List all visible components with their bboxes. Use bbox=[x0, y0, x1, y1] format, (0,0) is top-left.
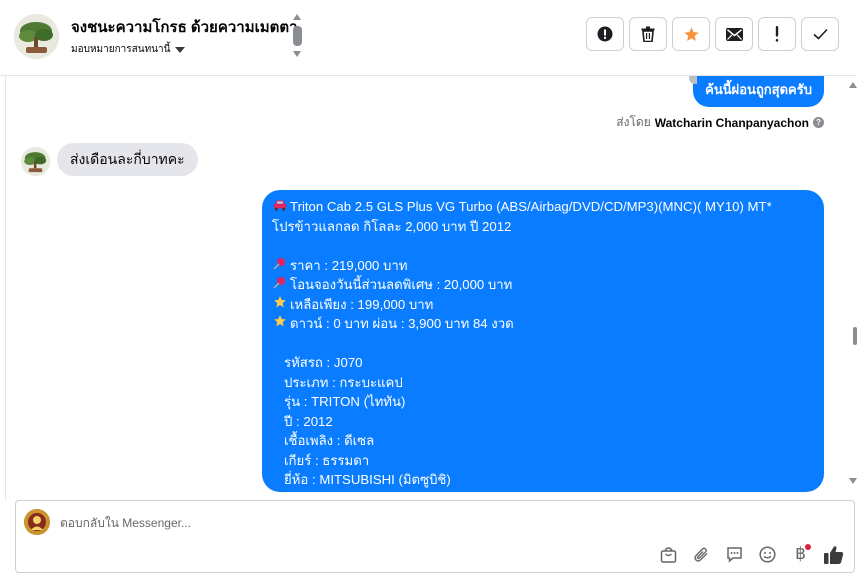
listing-price-line: ราคา : 219,000 บาท bbox=[272, 256, 814, 276]
mark-done-button[interactable] bbox=[801, 17, 839, 51]
listing-code: รหัสรถ : J070 bbox=[284, 355, 363, 370]
scroll-thumb[interactable] bbox=[293, 26, 302, 46]
like-button[interactable] bbox=[823, 544, 844, 565]
scroll-up-arrow-icon[interactable] bbox=[849, 82, 857, 88]
exclamation-icon bbox=[775, 26, 779, 42]
star-icon bbox=[683, 26, 699, 41]
star-emoji-icon bbox=[272, 314, 287, 334]
listing-remaining: เหลือเพียง : 199,000 บาท bbox=[290, 296, 434, 312]
page-avatar bbox=[24, 509, 50, 535]
header-actions bbox=[586, 17, 839, 51]
incoming-message[interactable]: ส่งเดือนละกี่บาทคะ bbox=[57, 143, 198, 176]
report-button[interactable] bbox=[586, 17, 624, 51]
sender-name: Watcharin Chanpanyachon bbox=[654, 115, 809, 130]
payment-button[interactable]: ฿ bbox=[790, 544, 811, 565]
listing-model: รุ่น : TRITON (ไททัน) bbox=[284, 394, 406, 409]
chevron-down-icon bbox=[175, 46, 186, 53]
listing-remaining-line: เหลือเพียง : 199,000 บาท bbox=[272, 295, 814, 315]
bag-icon bbox=[660, 547, 677, 563]
assign-conversation-dropdown[interactable]: มอบหมายการสนทนานี้ bbox=[71, 42, 186, 57]
listing-year: ปี : 2012 bbox=[284, 413, 333, 429]
bag-button[interactable] bbox=[658, 544, 679, 565]
star-emoji-icon bbox=[272, 295, 287, 315]
attach-button[interactable] bbox=[691, 544, 712, 565]
thread-scrollbar[interactable] bbox=[848, 76, 857, 500]
car-icon bbox=[272, 197, 287, 217]
emoji-icon bbox=[759, 546, 776, 563]
listing-down-line: ดาวน์ : 0 บาท ผ่อน : 3,900 บาท 84 งวด bbox=[272, 314, 814, 334]
delete-button[interactable] bbox=[629, 17, 667, 51]
reply-input[interactable] bbox=[60, 514, 560, 532]
message-thread[interactable]: ค้นนี้ผ่อนถูกสุดครับ ส่งโดย Watcharin Ch… bbox=[0, 76, 857, 500]
listing-fuel: เชื้อเพลิง : ดีเซล bbox=[284, 433, 375, 448]
composer-tools: ฿ bbox=[658, 544, 844, 565]
envelope-icon bbox=[725, 27, 743, 41]
listing-discount-line: โอนจองวันนี้ส่วนลดพิเศษ : 20,000 บาท bbox=[272, 275, 814, 295]
report-icon bbox=[597, 26, 613, 42]
trash-icon bbox=[641, 26, 655, 42]
star-button[interactable] bbox=[672, 17, 710, 51]
listing-type: ประเภท : กระบะแคป bbox=[284, 374, 403, 390]
saved-reply-icon bbox=[727, 547, 742, 563]
listing-promo: โปรข้าวแลกลด กิโลละ 2,000 บาท ปี 2012 bbox=[272, 218, 512, 234]
header-scrollbar[interactable] bbox=[292, 14, 304, 60]
listing-down-payment: ดาวน์ : 0 บาท ผ่อน : 3,900 บาท 84 งวด bbox=[290, 316, 514, 331]
thread-left-border bbox=[0, 76, 6, 500]
help-icon[interactable]: ? bbox=[813, 117, 824, 128]
mark-unread-button[interactable] bbox=[715, 17, 753, 51]
pushpin-icon bbox=[272, 275, 287, 295]
listing-price: ราคา : 219,000 บาท bbox=[290, 257, 408, 273]
outgoing-message[interactable]: ค้นนี้ผ่อนถูกสุดครับ bbox=[689, 76, 824, 107]
follow-up-button[interactable] bbox=[758, 17, 796, 51]
outgoing-listing-message[interactable]: Triton Cab 2.5 GLS Plus VG Turbo (ABS/Ai… bbox=[262, 190, 824, 492]
saved-replies-button[interactable] bbox=[724, 544, 745, 565]
emoji-button[interactable] bbox=[757, 544, 778, 565]
sent-by-line: ส่งโดย Watcharin Chanpanyachon ? bbox=[616, 113, 824, 132]
paperclip-icon bbox=[694, 547, 708, 562]
scroll-down-arrow-icon[interactable] bbox=[293, 51, 301, 57]
scroll-down-arrow-icon[interactable] bbox=[849, 478, 857, 484]
notification-dot bbox=[805, 544, 811, 550]
contact-avatar-small[interactable] bbox=[21, 147, 50, 176]
scroll-up-arrow-icon[interactable] bbox=[293, 14, 301, 20]
listing-gear: เกียร์ : ธรรมดา bbox=[284, 452, 370, 468]
checkmark-icon bbox=[812, 28, 828, 40]
listing-brand: ยี่ห้อ : MITSUBISHI (มิตซูบิชิ) bbox=[284, 472, 451, 487]
sent-by-prefix: ส่งโดย bbox=[616, 115, 651, 129]
scroll-thumb[interactable] bbox=[853, 327, 857, 345]
contact-avatar[interactable] bbox=[14, 14, 59, 59]
conversation-header: จงชนะความโกรธ ด้วยความเมตตา มอบหมายการสน… bbox=[0, 0, 857, 76]
listing-title: Triton Cab 2.5 GLS Plus VG Turbo (ABS/Ai… bbox=[290, 199, 772, 214]
reply-composer: ฿ bbox=[15, 500, 855, 573]
pushpin-icon bbox=[272, 256, 287, 276]
conversation-title: จงชนะความโกรธ ด้วยความเมตตา bbox=[71, 19, 298, 36]
listing-discount: โอนจองวันนี้ส่วนลดพิเศษ : 20,000 บาท bbox=[290, 277, 513, 292]
listing-title-line: Triton Cab 2.5 GLS Plus VG Turbo (ABS/Ai… bbox=[272, 197, 814, 217]
thumbs-up-icon bbox=[823, 546, 843, 564]
assign-label: มอบหมายการสนทนานี้ bbox=[71, 44, 171, 55]
